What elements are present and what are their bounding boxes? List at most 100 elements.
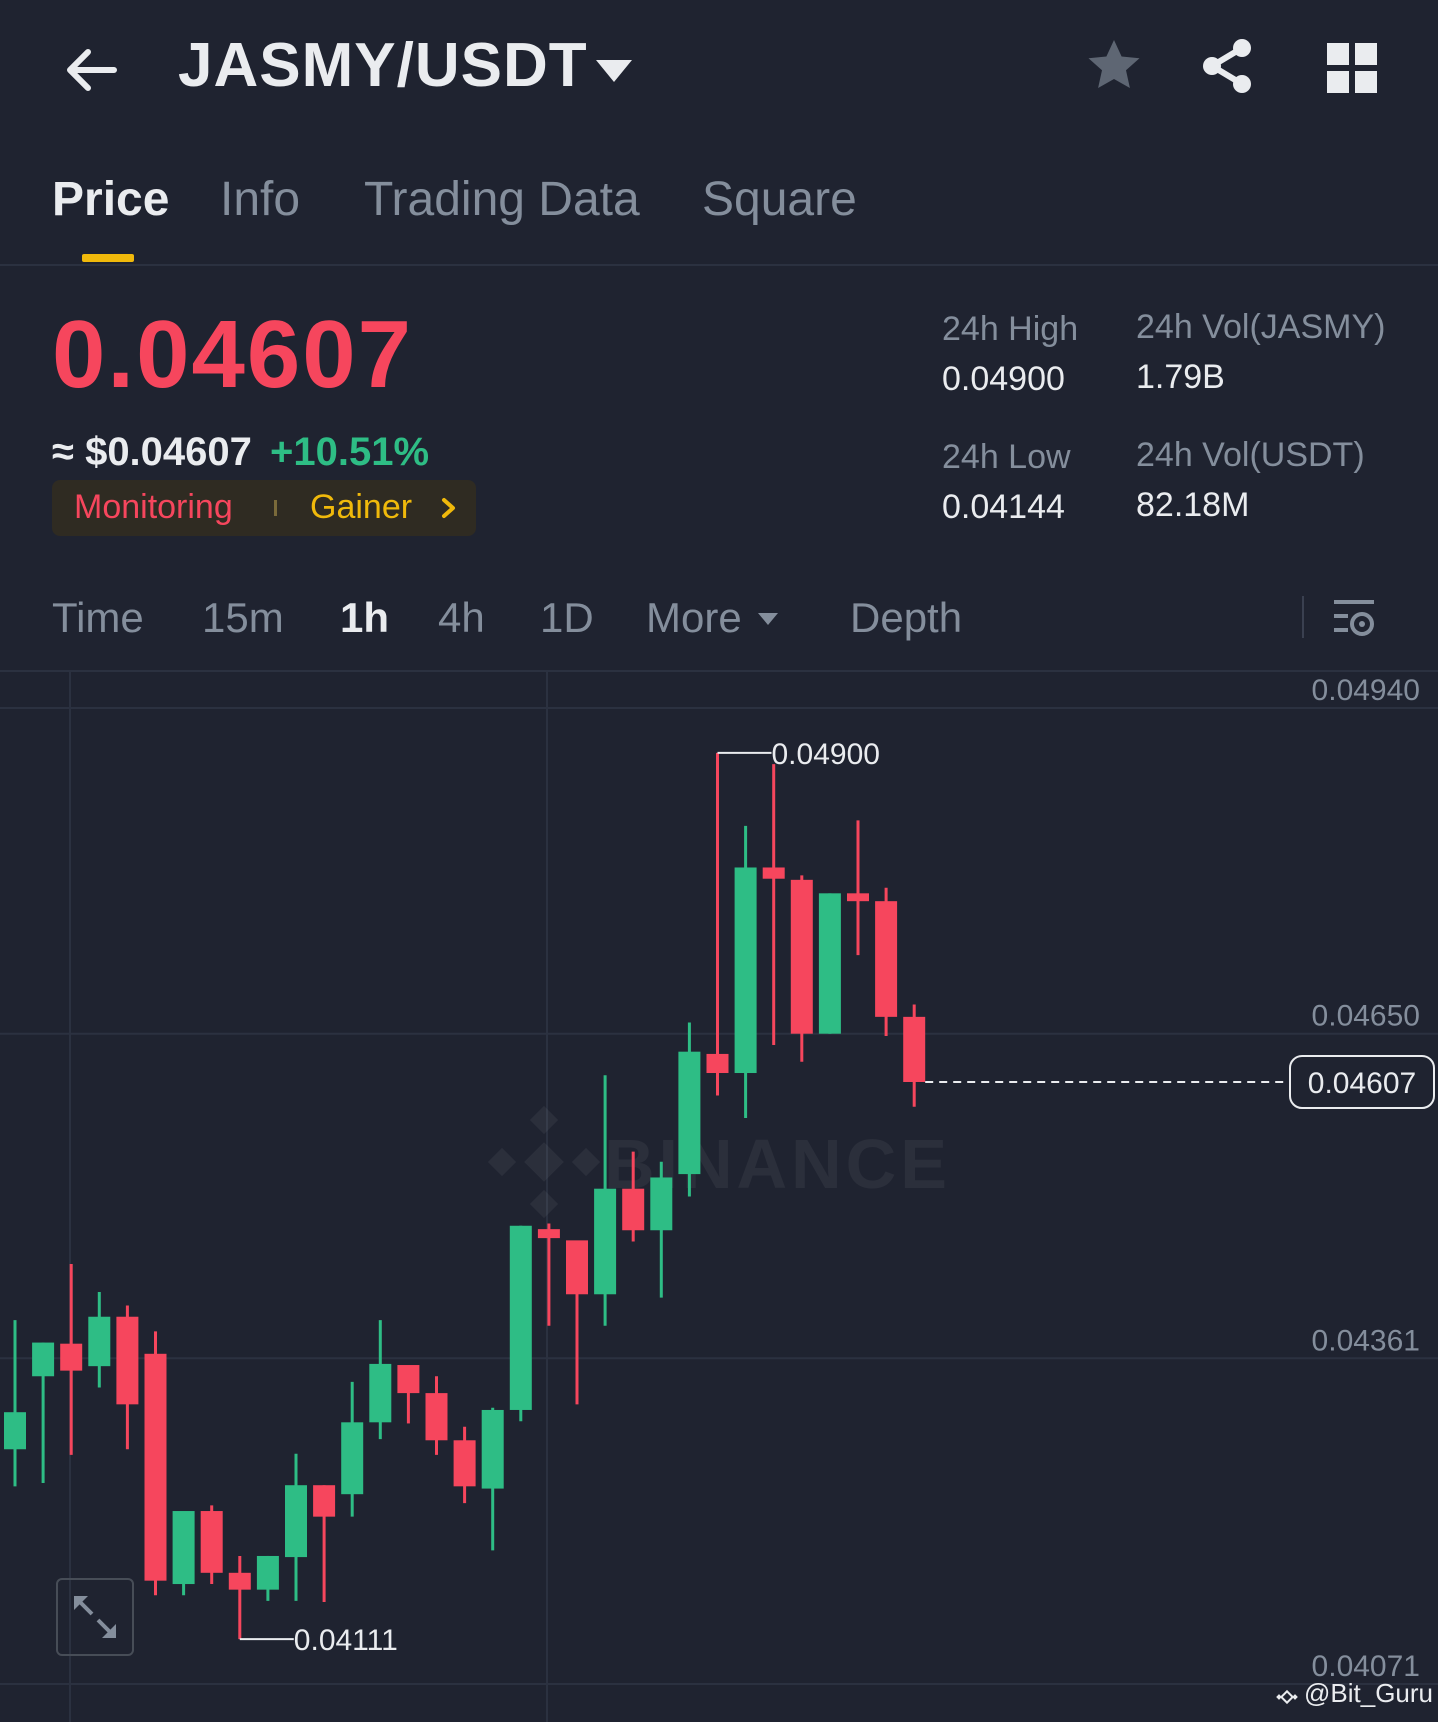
candle-body [369, 1363, 392, 1423]
candle [285, 1453, 307, 1601]
candle [594, 1075, 617, 1326]
tab-info[interactable]: Info [220, 172, 300, 227]
tab-price[interactable]: Price [52, 172, 169, 227]
candle [734, 825, 757, 1118]
tab-square[interactable]: Square [702, 172, 857, 227]
y-tick-label: 0.04650 [1312, 1000, 1420, 1033]
tag-divider [274, 500, 277, 516]
high-value: 0.04900 [942, 360, 1065, 398]
candle-body [622, 1188, 645, 1231]
main-tabs: Price Info Trading Data Square [0, 160, 1438, 266]
candle [481, 1407, 504, 1551]
low-value: 0.04144 [942, 488, 1065, 526]
candle [847, 820, 869, 956]
expand-chart-button[interactable] [56, 1578, 134, 1656]
tab-trading-data[interactable]: Trading Data [364, 172, 640, 227]
credit-text: @Bit_Guru [1304, 1678, 1433, 1708]
candle-body [285, 1485, 307, 1558]
candle [678, 1022, 701, 1197]
candle-body [903, 1016, 926, 1083]
candle [313, 1485, 336, 1603]
low-marker-label: 0.04111 [294, 1624, 398, 1657]
candle-body [706, 1053, 729, 1074]
interval-divider [1302, 596, 1304, 638]
interval-1d[interactable]: 1D [540, 594, 594, 642]
candle [762, 764, 785, 1045]
pair-title[interactable]: JASMY/USDT [178, 30, 588, 101]
last-price: 0.04607 [52, 301, 414, 408]
share-icon[interactable] [1198, 36, 1258, 96]
candle [116, 1305, 139, 1450]
star-icon[interactable] [1084, 36, 1144, 96]
back-arrow-icon[interactable] [58, 38, 122, 102]
price-change-percent: +10.51% [270, 430, 430, 474]
candle-body [594, 1188, 617, 1295]
candle-body [509, 1225, 532, 1410]
high-label: 24h High [942, 310, 1079, 348]
chart-settings-icon[interactable] [1330, 594, 1378, 642]
low-label: 24h Low [942, 438, 1071, 476]
candle-body [228, 1572, 251, 1590]
vol-base-value: 1.79B [1136, 358, 1225, 396]
candle-body [790, 879, 813, 1034]
candle-body [32, 1342, 55, 1377]
monitoring-gainer-tag[interactable]: Monitoring Gainer [52, 480, 476, 536]
candle-body [734, 867, 757, 1074]
candle [341, 1381, 364, 1517]
candle-body [875, 901, 898, 1017]
candle-body [762, 867, 785, 879]
y-tick-label: 0.04940 [1312, 674, 1420, 707]
candle [32, 1342, 55, 1483]
candle-body [313, 1485, 336, 1517]
candle [60, 1263, 83, 1455]
binance-watermark: BINANCE [487, 1105, 947, 1219]
candle [88, 1292, 111, 1388]
candle-body [144, 1353, 167, 1581]
candle-body [200, 1511, 223, 1573]
candle-body [256, 1555, 279, 1590]
candle-body [650, 1177, 673, 1231]
candle [903, 1004, 926, 1107]
candle-body [172, 1511, 195, 1585]
candle-body [481, 1409, 504, 1489]
candle [4, 1320, 26, 1487]
candle [172, 1511, 195, 1596]
credit-logo-icon [1276, 1689, 1298, 1705]
active-tab-indicator [82, 254, 134, 262]
candle [650, 1161, 673, 1298]
candle [509, 1225, 532, 1422]
candle-body [88, 1316, 111, 1367]
candle [369, 1320, 392, 1440]
vol-quote-value: 82.18M [1136, 486, 1250, 524]
interval-time[interactable]: Time [52, 594, 144, 642]
candle [706, 752, 729, 1096]
caret-down-icon[interactable] [592, 52, 636, 88]
candle-body [341, 1422, 364, 1495]
candlestick-chart[interactable]: BINANCE 0.049400.046500.043610.040710.04… [0, 672, 1438, 1722]
candle-body [425, 1393, 448, 1441]
top-bar: JASMY/USDT [0, 0, 1438, 140]
candle [200, 1505, 223, 1585]
y-tick-label: 0.04361 [1312, 1324, 1420, 1357]
gainer-tag: Gainer [310, 488, 413, 526]
grid-icon[interactable] [1324, 40, 1380, 96]
candle [397, 1365, 420, 1424]
candle [453, 1426, 476, 1504]
interval-depth[interactable]: Depth [850, 594, 962, 642]
candle [144, 1331, 167, 1596]
expand-icon [74, 1596, 116, 1638]
binance-logo-icon [487, 1105, 601, 1219]
interval-bar: Time 15m 1h 4h 1D More Depth [0, 584, 1438, 672]
candle-body [116, 1316, 139, 1405]
interval-4h[interactable]: 4h [438, 594, 485, 642]
interval-1h[interactable]: 1h [340, 594, 389, 642]
interval-more[interactable]: More [646, 594, 742, 642]
candle-body [397, 1365, 420, 1394]
chevron-right-icon [442, 498, 455, 518]
candle [818, 893, 841, 1034]
vol-quote-label: 24h Vol(USDT) [1136, 436, 1365, 474]
interval-15m[interactable]: 15m [202, 594, 284, 642]
candle-body [60, 1343, 83, 1371]
more-caret-icon [758, 613, 778, 625]
candle-body [678, 1051, 701, 1175]
